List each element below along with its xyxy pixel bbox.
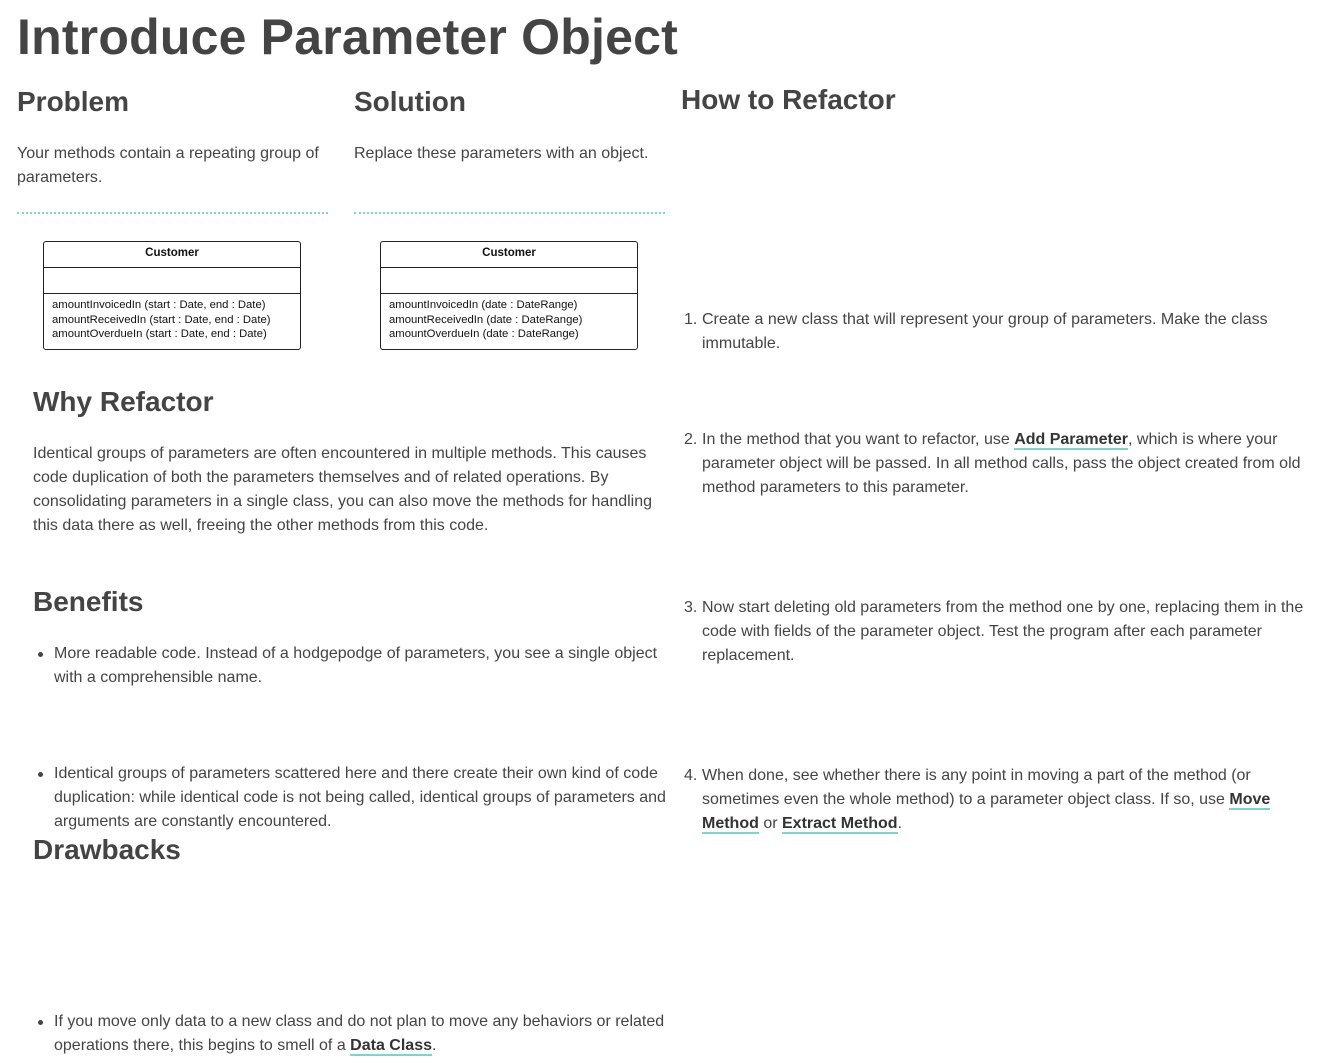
problem-heading: Problem <box>17 86 130 117</box>
uml-methods: amountInvoicedIn (start : Date, end : Da… <box>44 294 300 342</box>
drawback-text-end: . <box>432 1037 437 1054</box>
drawbacks-heading: Drawbacks <box>33 834 181 865</box>
problem-divider <box>17 212 328 214</box>
step-text: Now start deleting old parameters from t… <box>702 599 1304 664</box>
solution-heading: Solution <box>354 86 466 117</box>
step-number: 2. <box>684 431 698 448</box>
bullet-icon <box>38 1020 43 1025</box>
problem-uml-diagram: Customer amountInvoicedIn (start : Date,… <box>43 241 301 350</box>
uml-method: amountReceivedIn (start : Date, end : Da… <box>52 313 271 326</box>
bullet-icon <box>38 772 43 777</box>
step-item: 2. In the method that you want to refact… <box>684 428 1310 500</box>
solution-uml-diagram: Customer amountInvoicedIn (date : DateRa… <box>380 241 638 350</box>
step-item: 4. When done, see whether there is any p… <box>684 764 1310 836</box>
benefit-item: More readable code. Instead of a hodgepo… <box>38 642 666 690</box>
step-number: 3. <box>684 599 698 616</box>
uml-class-name: Customer <box>44 242 300 268</box>
benefit-text: Identical groups of parameters scattered… <box>54 765 666 830</box>
uml-method: amountInvoicedIn (date : DateRange) <box>389 299 578 311</box>
data-class-link[interactable]: Data Class <box>350 1037 432 1056</box>
problem-text: Your methods contain a repeating group o… <box>17 145 319 186</box>
solution-text: Replace these parameters with an object. <box>354 145 649 162</box>
extract-method-link[interactable]: Extract Method <box>782 815 898 834</box>
benefit-item: Identical groups of parameters scattered… <box>38 762 670 834</box>
step-text-end: . <box>897 815 903 832</box>
uml-attributes <box>381 268 637 294</box>
benefits-heading: Benefits <box>33 586 144 617</box>
how-to-refactor-heading: How to Refactor <box>681 84 896 115</box>
solution-divider <box>354 212 665 214</box>
step-item: 1. Create a new class that will represen… <box>684 308 1310 356</box>
uml-method: amountOverdueIn (start : Date, end : Dat… <box>52 328 267 341</box>
uml-class-name: Customer <box>381 242 637 268</box>
step-text: In the method that you want to refactor,… <box>702 431 1015 448</box>
step-number: 4. <box>684 767 698 784</box>
page-title: Introduce Parameter Object <box>17 9 678 65</box>
step-number: 1. <box>684 311 698 328</box>
benefit-text: More readable code. Instead of a hodgepo… <box>54 645 658 686</box>
uml-attributes <box>44 268 300 294</box>
uml-method: amountInvoicedIn (start : Date, end : Da… <box>52 299 266 311</box>
add-parameter-link[interactable]: Add Parameter <box>1014 431 1129 450</box>
step-item: 3. Now start deleting old parameters fro… <box>684 596 1310 668</box>
uml-method: amountReceivedIn (date : DateRange) <box>389 313 583 326</box>
step-text-middle: or <box>758 815 782 832</box>
uml-methods: amountInvoicedIn (date : DateRange) amou… <box>381 294 637 342</box>
bullet-icon <box>38 652 43 657</box>
uml-method: amountOverdueIn (date : DateRange) <box>389 328 579 341</box>
step-text: When done, see whether there is any poin… <box>702 767 1251 808</box>
drawback-item: If you move only data to a new class and… <box>38 1010 674 1058</box>
step-text: Create a new class that will represent y… <box>702 311 1268 352</box>
why-refactor-text: Identical groups of parameters are often… <box>33 445 653 534</box>
why-refactor-heading: Why Refactor <box>33 386 214 417</box>
